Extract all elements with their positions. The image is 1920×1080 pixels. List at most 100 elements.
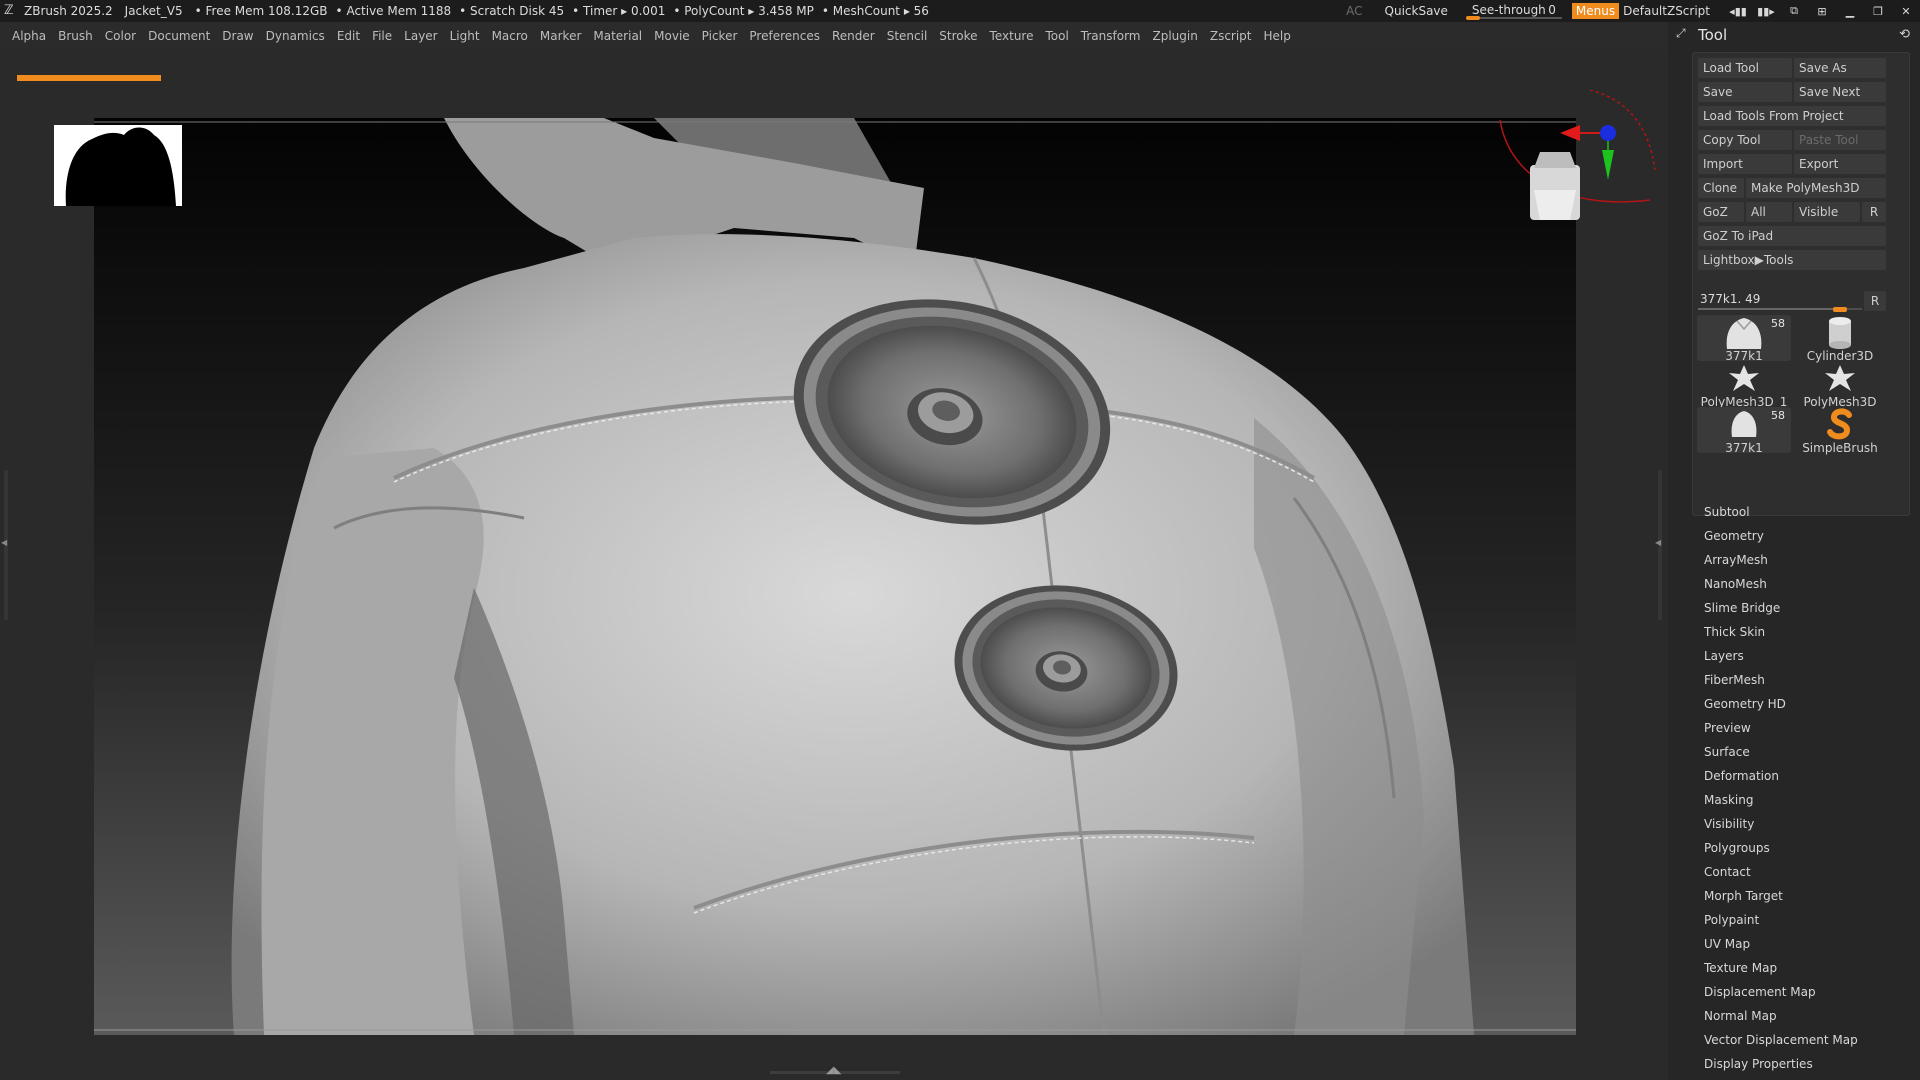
subpalette-visibility[interactable]: Visibility	[1704, 812, 1914, 836]
menu-movie[interactable]: Movie	[654, 29, 690, 43]
menu-picker[interactable]: Picker	[702, 29, 738, 43]
import-button[interactable]: Import	[1698, 154, 1792, 174]
silhouette-thumbnail[interactable]	[54, 125, 182, 206]
menu-color[interactable]: Color	[105, 29, 136, 43]
subpalette-normal-map[interactable]: Normal Map	[1704, 1004, 1914, 1028]
menu-preferences[interactable]: Preferences	[749, 29, 820, 43]
menu-macro[interactable]: Macro	[492, 29, 528, 43]
menu-draw[interactable]: Draw	[222, 29, 253, 43]
title-bar-controls: AC QuickSave See-through 0 Menus Default…	[1346, 0, 1920, 22]
menu-texture[interactable]: Texture	[990, 29, 1034, 43]
paste-tool-button[interactable]: Paste Tool	[1794, 130, 1886, 150]
tool-tile-simplebrush[interactable]: SimpleBrush	[1793, 407, 1887, 455]
window-tile-icon[interactable]: ⊞	[1808, 5, 1836, 18]
menu-alpha[interactable]: Alpha	[12, 29, 46, 43]
subpalette-texture-map[interactable]: Texture Map	[1704, 956, 1914, 980]
tool-tile-377k1-subtool[interactable]: 58 377k1	[1697, 407, 1791, 455]
palette-left-icon[interactable]: ◂▮▮	[1724, 5, 1752, 18]
menu-edit[interactable]: Edit	[337, 29, 360, 43]
menu-file[interactable]: File	[372, 29, 392, 43]
subpalette-surface[interactable]: Surface	[1704, 740, 1914, 764]
menu-layer[interactable]: Layer	[404, 29, 437, 43]
app-title: ZBrush 2025.2	[24, 4, 113, 18]
save-button[interactable]: Save	[1698, 82, 1792, 102]
subpalette-subtool[interactable]: Subtool	[1704, 500, 1914, 524]
subpalette-deformation[interactable]: Deformation	[1704, 764, 1914, 788]
see-through-knob[interactable]	[1465, 16, 1480, 20]
tool-slider-knob[interactable]	[1833, 307, 1847, 312]
see-through-slider[interactable]: See-through 0	[1465, 2, 1562, 20]
goz-button[interactable]: GoZ	[1698, 202, 1744, 222]
default-zscript-button[interactable]: DefaultZScript	[1623, 4, 1710, 18]
quicksave-button[interactable]: QuickSave	[1385, 4, 1448, 18]
subpalette-layers[interactable]: Layers	[1704, 644, 1914, 668]
menu-help[interactable]: Help	[1264, 29, 1291, 43]
tool-tile-polymesh3d[interactable]: PolyMesh3D	[1793, 361, 1887, 409]
subpalette-fibermesh[interactable]: FiberMesh	[1704, 668, 1914, 692]
subpalette-polypaint[interactable]: Polypaint	[1704, 908, 1914, 932]
menu-material[interactable]: Material	[593, 29, 642, 43]
subpalette-contact[interactable]: Contact	[1704, 860, 1914, 884]
tool-slider-r-button[interactable]: R	[1864, 291, 1886, 311]
tool-tile-polymesh3d-1[interactable]: PolyMesh3D_1	[1697, 361, 1791, 409]
load-tools-from-project-button[interactable]: Load Tools From Project	[1698, 106, 1886, 126]
subpalette-slime-bridge[interactable]: Slime Bridge	[1704, 596, 1914, 620]
subpalette-arraymesh[interactable]: ArrayMesh	[1704, 548, 1914, 572]
right-tray-handle[interactable]: ◀	[1655, 470, 1665, 620]
goz-all-button[interactable]: All	[1746, 202, 1792, 222]
subpalette-geometry[interactable]: Geometry	[1704, 524, 1914, 548]
subpalette-thick-skin[interactable]: Thick Skin	[1704, 620, 1914, 644]
save-as-button[interactable]: Save As	[1794, 58, 1886, 78]
menu-zscript[interactable]: Zscript	[1210, 29, 1252, 43]
subpalette-preview[interactable]: Preview	[1704, 716, 1914, 740]
pin-icon[interactable]: ⤢	[1676, 26, 1686, 41]
menu-light[interactable]: Light	[450, 29, 480, 43]
goz-r-button[interactable]: R	[1862, 202, 1886, 222]
subpalette-nanomesh[interactable]: NanoMesh	[1704, 572, 1914, 596]
subpalette-uv-map[interactable]: UV Map	[1704, 932, 1914, 956]
tool-tile-377k1[interactable]: 58 377k1	[1697, 315, 1791, 363]
export-button[interactable]: Export	[1794, 154, 1886, 174]
goz-visible-button[interactable]: Visible	[1794, 202, 1860, 222]
menu-marker[interactable]: Marker	[540, 29, 581, 43]
menu-render[interactable]: Render	[832, 29, 875, 43]
left-tray-handle[interactable]: ◀	[0, 470, 10, 620]
menu-zplugin[interactable]: Zplugin	[1153, 29, 1198, 43]
subpalette-morph-target[interactable]: Morph Target	[1704, 884, 1914, 908]
copy-tool-button[interactable]: Copy Tool	[1698, 130, 1792, 150]
menu-tool[interactable]: Tool	[1045, 29, 1068, 43]
lightbox-tools-button[interactable]: Lightbox▶Tools	[1698, 250, 1886, 270]
navigation-gizmo[interactable]	[1490, 89, 1660, 260]
save-next-button[interactable]: Save Next	[1794, 82, 1886, 102]
palette-reset-icon[interactable]: ⟲	[1899, 27, 1910, 42]
minimize-icon[interactable]: ▁	[1836, 5, 1864, 18]
palette-right-icon[interactable]: ▮▮▸	[1752, 5, 1780, 18]
menus-toggle-button[interactable]: Menus	[1571, 3, 1620, 19]
close-icon[interactable]: ✕	[1892, 5, 1920, 18]
restore-icon[interactable]: ❐	[1864, 5, 1892, 18]
goz-to-ipad-button[interactable]: GoZ To iPad	[1698, 226, 1886, 246]
ac-button[interactable]: AC	[1346, 4, 1362, 18]
menu-brush[interactable]: Brush	[58, 29, 93, 43]
menu-transform[interactable]: Transform	[1081, 29, 1141, 43]
viewport-canvas[interactable]	[94, 118, 1576, 1035]
tool-tile-cylinder3d[interactable]: Cylinder3D	[1793, 315, 1887, 363]
menu-stroke[interactable]: Stroke	[939, 29, 977, 43]
subpalette-vector-displacement-map[interactable]: Vector Displacement Map	[1704, 1028, 1914, 1052]
menu-document[interactable]: Document	[148, 29, 210, 43]
make-polymesh3d-button[interactable]: Make PolyMesh3D	[1746, 178, 1886, 198]
tool-slider[interactable]: 377k1. 49	[1698, 291, 1862, 312]
tool-palette-header[interactable]: ⤢ Tool ⟲	[1668, 22, 1920, 48]
menu-stencil[interactable]: Stencil	[887, 29, 928, 43]
bottom-tray-handle[interactable]: ◢◣	[770, 1065, 900, 1078]
subpalette-polygroups[interactable]: Polygroups	[1704, 836, 1914, 860]
bottom-tray-arrow-icon: ◢◣	[826, 1065, 842, 1076]
subpalette-displacement-map[interactable]: Displacement Map	[1704, 980, 1914, 1004]
subpalette-geometry-hd[interactable]: Geometry HD	[1704, 692, 1914, 716]
subpalette-display-properties[interactable]: Display Properties	[1704, 1052, 1914, 1076]
subpalette-masking[interactable]: Masking	[1704, 788, 1914, 812]
window-swap-icon[interactable]: ⧉	[1780, 4, 1808, 18]
menu-dynamics[interactable]: Dynamics	[266, 29, 325, 43]
clone-button[interactable]: Clone	[1698, 178, 1744, 198]
load-tool-button[interactable]: Load Tool	[1698, 58, 1792, 78]
